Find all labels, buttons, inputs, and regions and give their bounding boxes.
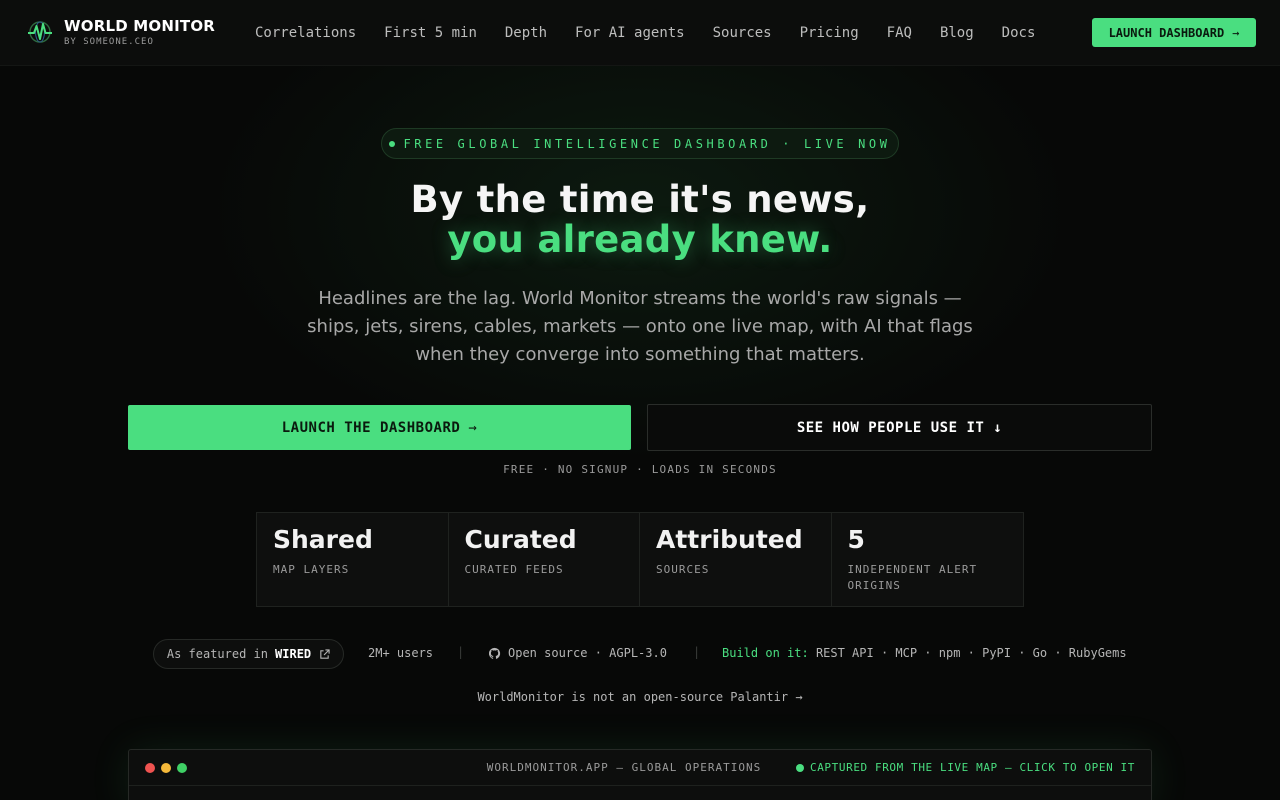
hero-lead: Headlines are the lag. World Monitor str… xyxy=(307,288,973,365)
nav-link-sources[interactable]: Sources xyxy=(713,25,772,41)
featured-prefix: As featured in xyxy=(166,647,269,661)
arrow-right-icon: → xyxy=(1232,25,1240,40)
live-dot-icon xyxy=(389,140,396,147)
social-proof-row: As featured in WIRED 2M+ users | Open so… xyxy=(0,639,1280,669)
nav-link-depth[interactable]: Depth xyxy=(505,25,547,41)
preview-caption[interactable]: CAPTURED FROM THE LIVE MAP — CLICK TO OP… xyxy=(795,761,1135,774)
headline-line-1: By the time it's news, xyxy=(410,178,870,221)
stat-value: Curated xyxy=(464,525,577,554)
stat-value: Attributed xyxy=(656,525,803,554)
hero-fineprint: FREE · NO SIGNUP · LOADS IN SECONDS xyxy=(503,463,777,476)
featured-in-wired-link[interactable]: As featured in WIRED xyxy=(153,639,344,669)
stat-card: Attributed SOURCES xyxy=(640,513,832,606)
build-items: REST API · MCP · npm · PyPI · Go · RubyG… xyxy=(815,646,1127,660)
launch-the-dashboard-label: LAUNCH THE DASHBOARD xyxy=(281,419,461,436)
nav-link-pricing[interactable]: Pricing xyxy=(800,25,859,41)
separator: | xyxy=(693,645,701,659)
preview-titlebar: WORLDMONITOR.APP — GLOBAL OPERATIONS CAP… xyxy=(129,750,1151,786)
github-icon xyxy=(488,647,501,659)
nav-link-correlations[interactable]: Correlations xyxy=(255,25,356,41)
nav-link-for-ai-agents[interactable]: For AI agents xyxy=(575,25,685,41)
palantir-link[interactable]: WorldMonitor is not an open-source Palan… xyxy=(0,690,1280,704)
build-label: Build on it: xyxy=(722,646,809,660)
stat-label: INDEPENDENT ALERT ORIGINS xyxy=(847,563,978,592)
brand-subtitle: BY SOMEONE.CEO xyxy=(64,37,154,47)
live-badge: FREE GLOBAL INTELLIGENCE DASHBOARD · LIV… xyxy=(381,128,899,159)
launch-dashboard-button[interactable]: LAUNCH DASHBOARD → xyxy=(1092,18,1256,47)
stats-panel: Shared MAP LAYERS Curated CURATED FEEDS … xyxy=(256,512,1024,607)
nav-link-docs[interactable]: Docs xyxy=(1002,25,1036,41)
preview-caption-text: CAPTURED FROM THE LIVE MAP — CLICK TO OP… xyxy=(809,761,1135,774)
open-source-link[interactable]: Open source · AGPL-3.0 xyxy=(508,646,667,660)
stat-value: 5 xyxy=(847,525,865,554)
nav-links: Correlations First 5 min Depth For AI ag… xyxy=(255,0,1063,66)
stat-label: SOURCES xyxy=(656,563,710,576)
featured-name: WIRED xyxy=(275,647,312,661)
headline-line-2: you already knew. xyxy=(447,218,833,261)
pulse-globe-icon xyxy=(28,21,52,43)
external-link-icon xyxy=(320,648,330,659)
stat-card: Shared MAP LAYERS xyxy=(257,513,449,606)
stat-card: 5 INDEPENDENT ALERT ORIGINS xyxy=(832,513,1024,606)
hero-glow xyxy=(0,0,1280,800)
top-nav: WORLD MONITOR BY SOMEONE.CEO Correlation… xyxy=(0,0,1280,66)
nav-link-faq[interactable]: FAQ xyxy=(887,25,912,41)
launch-the-dashboard-button[interactable]: LAUNCH THE DASHBOARD → xyxy=(128,405,631,450)
separator: | xyxy=(457,645,465,659)
live-dot-icon xyxy=(795,763,804,772)
live-badge-text: FREE GLOBAL INTELLIGENCE DASHBOARD · LIV… xyxy=(403,136,891,151)
arrow-right-icon: → xyxy=(468,419,478,436)
stat-label: CURATED FEEDS xyxy=(464,563,564,576)
users-count: 2M+ users xyxy=(368,646,434,660)
nav-link-blog[interactable]: Blog xyxy=(940,25,974,41)
stat-card: Curated CURATED FEEDS xyxy=(449,513,640,606)
brand-title: WORLD MONITOR xyxy=(64,17,216,35)
build-on-it[interactable]: Build on it: REST API · MCP · npm · PyPI… xyxy=(722,646,1127,660)
nav-link-first-5-min[interactable]: First 5 min xyxy=(384,25,477,41)
brand[interactable]: WORLD MONITOR BY SOMEONE.CEO xyxy=(28,17,215,47)
stat-value: Shared xyxy=(273,525,373,554)
live-map-preview[interactable]: WORLDMONITOR.APP — GLOBAL OPERATIONS CAP… xyxy=(128,749,1152,800)
see-how-people-use-it-button[interactable]: SEE HOW PEOPLE USE IT ↓ xyxy=(647,404,1152,451)
launch-dashboard-label: LAUNCH DASHBOARD xyxy=(1108,25,1225,40)
stat-label: MAP LAYERS xyxy=(273,563,350,576)
